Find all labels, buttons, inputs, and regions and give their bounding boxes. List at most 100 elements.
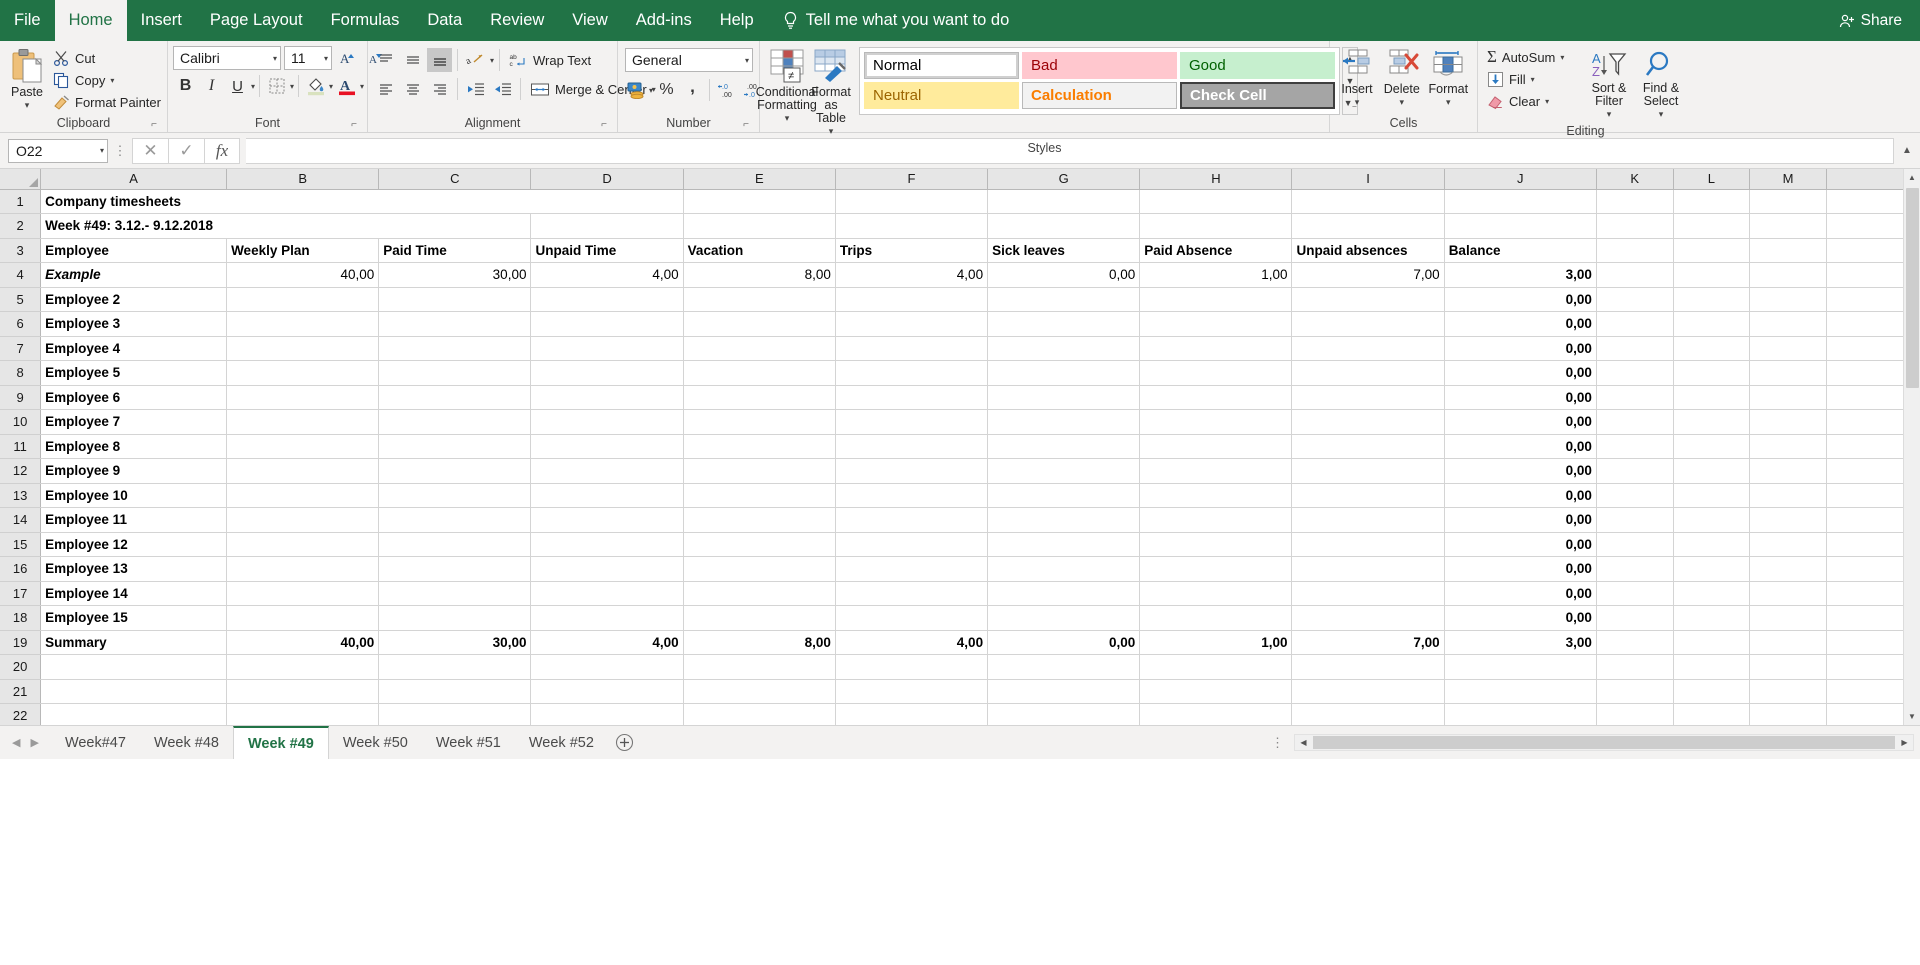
cell-B22[interactable] [227,704,379,726]
cell-G7[interactable] [988,336,1140,361]
cell-I8[interactable] [1292,361,1444,386]
align-top-button[interactable] [373,48,398,72]
formula-bar-grip[interactable]: ⋮ [112,143,128,159]
cell-J18[interactable]: 0,00 [1444,606,1596,631]
cell-F1[interactable] [835,189,987,214]
cell-H7[interactable] [1140,336,1292,361]
cell-G14[interactable] [988,508,1140,533]
clear-button[interactable]: Clear ▾ [1483,90,1583,112]
align-right-button[interactable] [427,77,452,101]
cell-F6[interactable] [835,312,987,337]
cell-D6[interactable] [531,312,683,337]
cell-L11[interactable] [1673,434,1750,459]
chevron-down-icon[interactable]: ▾ [649,86,653,95]
cell-G20[interactable] [988,655,1140,680]
cell-K1[interactable] [1596,189,1673,214]
cell-M16[interactable] [1750,557,1827,582]
cell-B21[interactable] [227,679,379,704]
cell-M18[interactable] [1750,606,1827,631]
ribbon-tab-data[interactable]: Data [413,0,476,41]
sheet-tab-week48[interactable]: Week #48 [140,726,233,759]
row-header-20[interactable]: 20 [0,655,41,680]
column-header-M[interactable]: M [1750,169,1827,189]
header-cell-balance[interactable]: Balance [1444,238,1596,263]
row-header-13[interactable]: 13 [0,483,41,508]
number-dialog-launcher-icon[interactable]: ⌐ [740,119,752,131]
chevron-down-icon[interactable]: ▾ [324,54,328,63]
cell-M2[interactable] [1750,214,1827,239]
cell-A22[interactable] [41,704,227,726]
cell-B17[interactable] [227,581,379,606]
sheet-tab-week51[interactable]: Week #51 [422,726,515,759]
cell-H15[interactable] [1140,532,1292,557]
cell-E20[interactable] [683,655,835,680]
spreadsheet-grid[interactable]: A B C D E F G H I J K L M 1 Company time… [0,169,1920,725]
chevron-down-icon[interactable]: ▾ [360,82,364,91]
cell-L20[interactable] [1673,655,1750,680]
last-sheet-icon[interactable]: ▶ [30,736,38,749]
chevron-down-icon[interactable]: ▾ [329,82,333,91]
cell-J14[interactable]: 0,00 [1444,508,1596,533]
chevron-down-icon[interactable]: ▾ [110,76,114,85]
cell-L9[interactable] [1673,385,1750,410]
cell-E22[interactable] [683,704,835,726]
number-format-combo[interactable]: General ▾ [625,48,753,72]
cell-K12[interactable] [1596,459,1673,484]
vertical-scroll-thumb[interactable] [1906,188,1919,388]
cell-K9[interactable] [1596,385,1673,410]
cell-D12[interactable] [531,459,683,484]
font-color-button[interactable]: A [334,74,359,98]
cell-B14[interactable] [227,508,379,533]
cell-A8[interactable]: Employee 5 [41,361,227,386]
cell-K19[interactable] [1596,630,1673,655]
align-middle-button[interactable] [400,48,425,72]
cell-C21[interactable] [379,679,531,704]
cell-A9[interactable]: Employee 6 [41,385,227,410]
cell-H13[interactable] [1140,483,1292,508]
cell-K6[interactable] [1596,312,1673,337]
cell-A17[interactable]: Employee 14 [41,581,227,606]
cell-F20[interactable] [835,655,987,680]
tell-me-search[interactable]: Tell me what you want to do [768,0,1020,41]
cell-M8[interactable] [1750,361,1827,386]
cell-G13[interactable] [988,483,1140,508]
cell-C6[interactable] [379,312,531,337]
row-header-3[interactable]: 3 [0,238,41,263]
cell-M7[interactable] [1750,336,1827,361]
cell-I20[interactable] [1292,655,1444,680]
column-header-C[interactable]: C [379,169,531,189]
ribbon-tab-help[interactable]: Help [706,0,768,41]
cell-F19[interactable]: 4,00 [835,630,987,655]
cell-M6[interactable] [1750,312,1827,337]
tab-split-handle[interactable]: ⋮ [1265,735,1290,751]
font-size-combo[interactable]: 11 ▾ [284,46,332,70]
cell-D15[interactable] [531,532,683,557]
column-header-A[interactable]: A [41,169,227,189]
cell-M4[interactable] [1750,263,1827,288]
cell-I16[interactable] [1292,557,1444,582]
row-header-14[interactable]: 14 [0,508,41,533]
cell-L5[interactable] [1673,287,1750,312]
cell-L17[interactable] [1673,581,1750,606]
cell-A20[interactable] [41,655,227,680]
cell-D21[interactable] [531,679,683,704]
cell-F17[interactable] [835,581,987,606]
cell-I6[interactable] [1292,312,1444,337]
cell-F16[interactable] [835,557,987,582]
format-as-table-button[interactable]: Format as Table ▾ [809,46,853,140]
cell-G6[interactable] [988,312,1140,337]
sheet-tab-week50[interactable]: Week #50 [329,726,422,759]
scroll-up-icon[interactable]: ▲ [1904,169,1920,186]
cell-D4[interactable]: 4,00 [531,263,683,288]
cell-L22[interactable] [1673,704,1750,726]
column-header-J[interactable]: J [1444,169,1596,189]
align-left-button[interactable] [373,77,398,101]
cell-C22[interactable] [379,704,531,726]
cell-E9[interactable] [683,385,835,410]
cut-button[interactable]: Cut [49,47,165,69]
paste-button[interactable]: Paste ▾ [5,44,49,114]
cell-E15[interactable] [683,532,835,557]
cell-G17[interactable] [988,581,1140,606]
chevron-down-icon[interactable]: ▾ [829,125,834,138]
cell-G15[interactable] [988,532,1140,557]
